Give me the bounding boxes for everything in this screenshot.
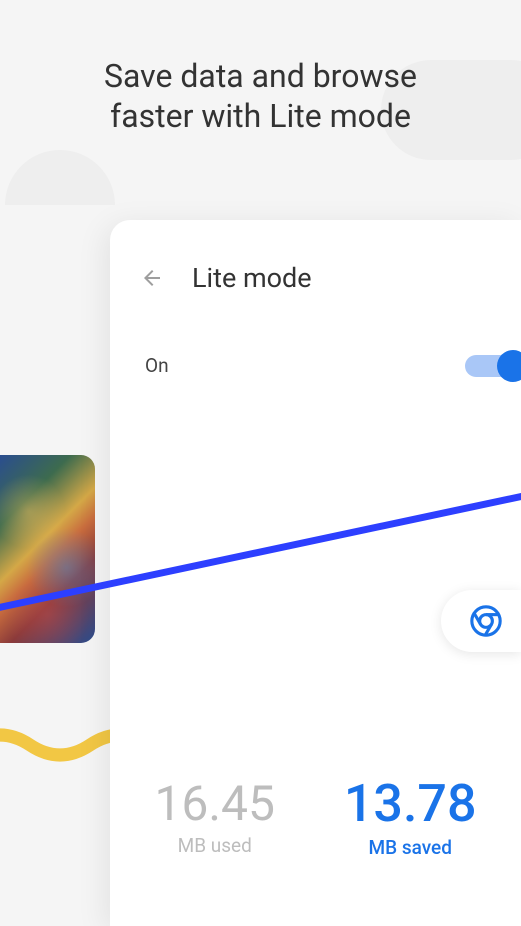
data-saved-stat: 13.78 MB saved <box>344 778 477 859</box>
page-headline: Save data and browse faster with Lite mo… <box>0 56 521 136</box>
toggle-switch[interactable] <box>465 355 521 377</box>
chrome-chip[interactable] <box>441 590 521 652</box>
decorative-art-image <box>0 455 95 643</box>
cloud-decoration <box>5 150 115 205</box>
chrome-icon <box>469 604 503 638</box>
lite-mode-toggle-row[interactable]: On <box>110 324 521 407</box>
data-used-label: MB used <box>154 834 275 857</box>
data-saved-label: MB saved <box>344 836 477 859</box>
toggle-label: On <box>145 354 169 377</box>
data-stats-section: 16.45 MB used 13.78 MB saved <box>110 711 521 926</box>
toggle-thumb <box>497 350 521 382</box>
data-used-value: 16.45 <box>154 780 275 828</box>
back-button[interactable] <box>140 266 164 290</box>
arrow-left-icon <box>140 266 164 290</box>
card-title: Lite mode <box>192 262 312 294</box>
data-saved-value: 13.78 <box>344 778 477 830</box>
data-used-stat: 16.45 MB used <box>154 780 275 857</box>
